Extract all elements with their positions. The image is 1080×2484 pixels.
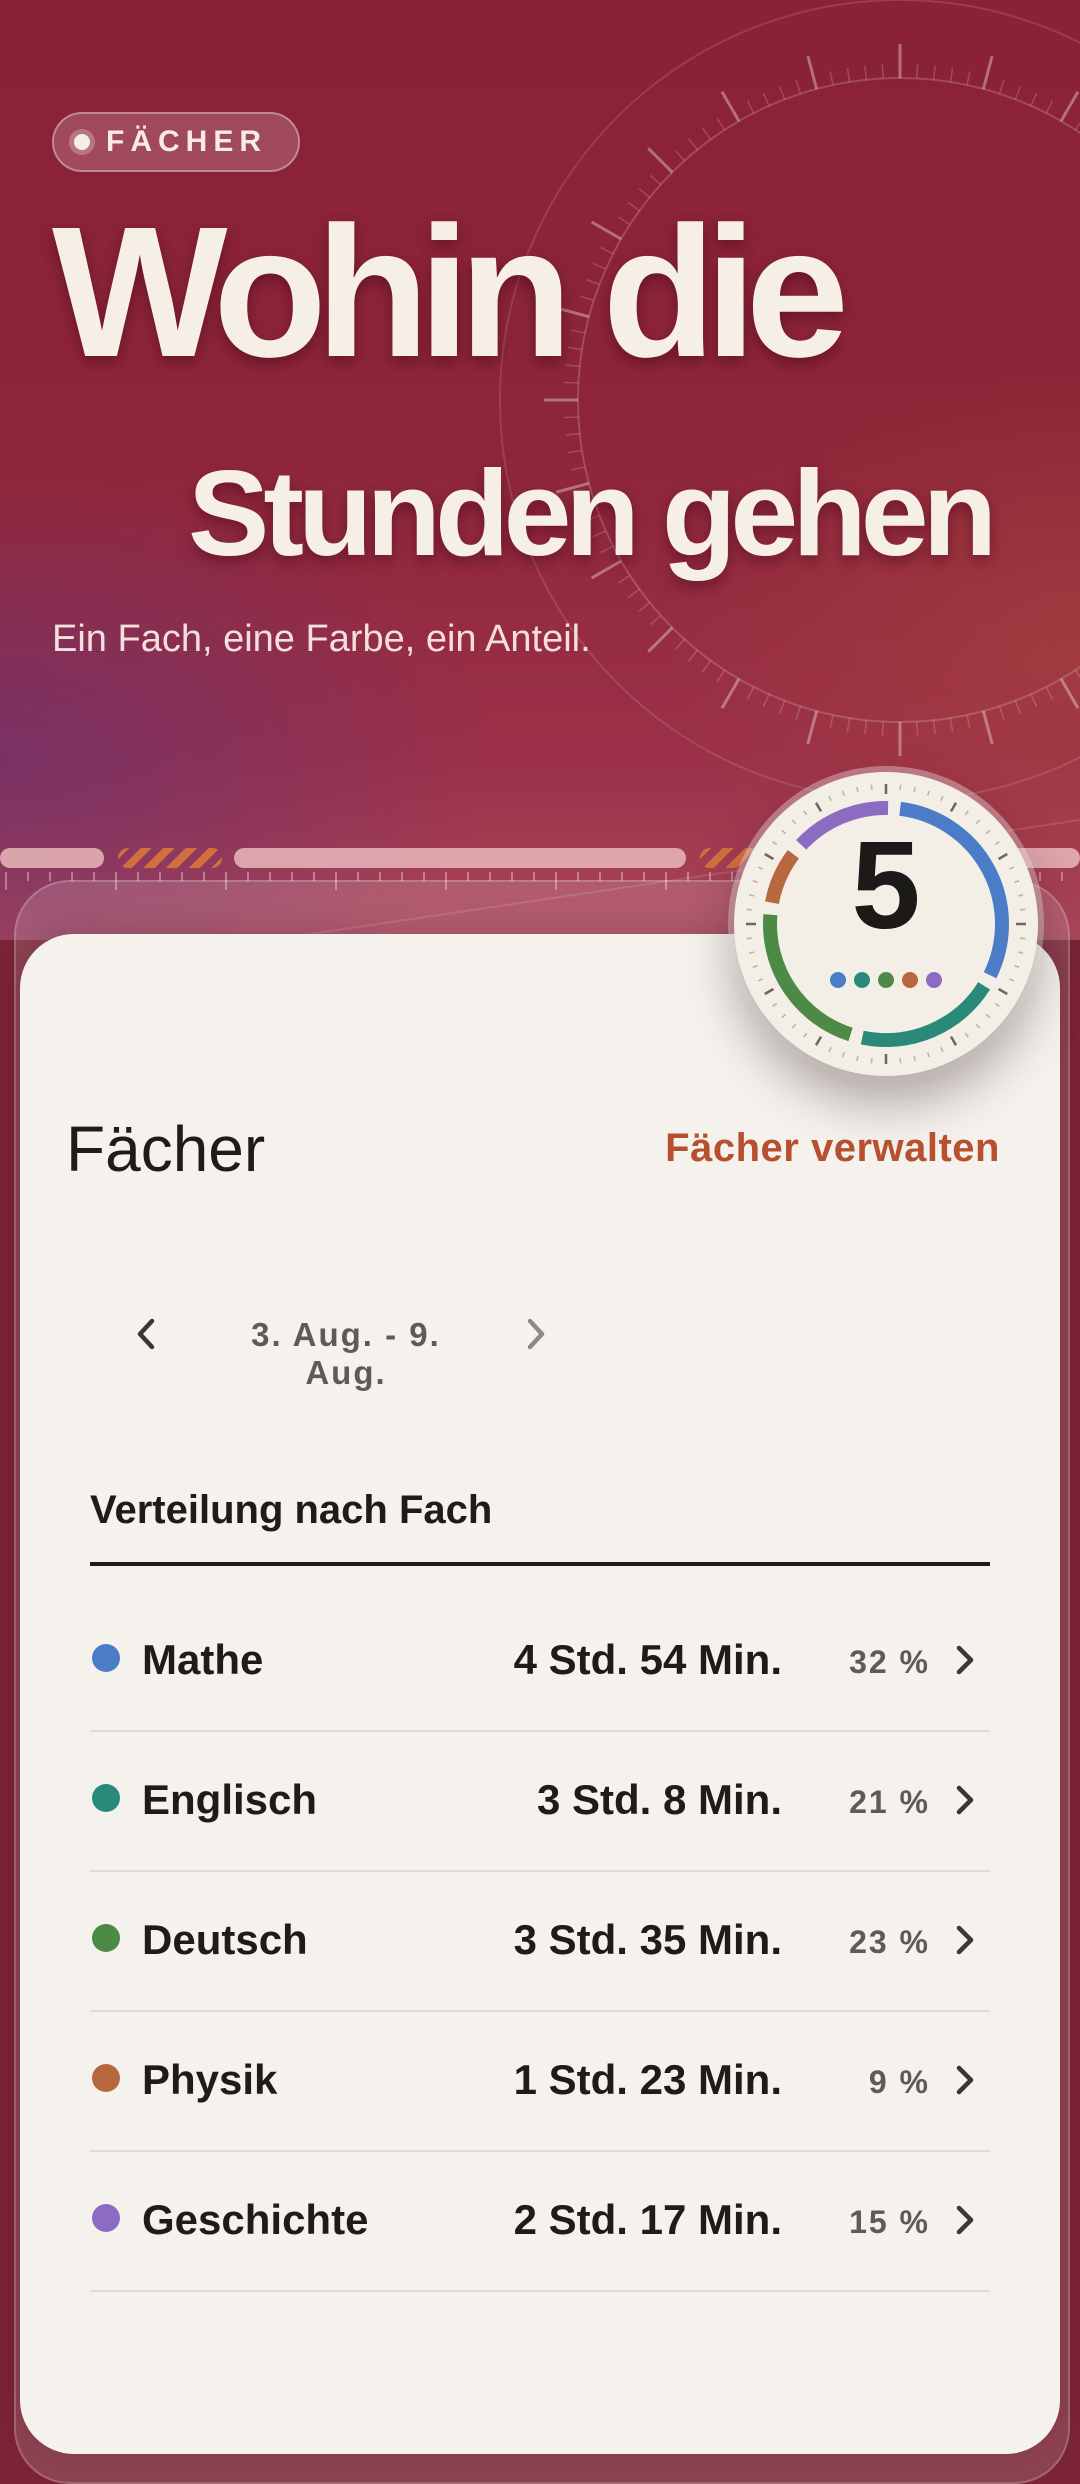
pill-dot-icon [74, 134, 90, 150]
subject-duration: 3 Std. 35 Min. [513, 1916, 782, 1963]
chevron-right-icon [527, 1318, 545, 1350]
week-range-label: 3. Aug. - 9. Aug. [251, 1316, 441, 1391]
subject-duration: 1 Std. 23 Min. [513, 2056, 782, 2103]
chevron-right-icon [956, 1785, 974, 1815]
subject-color-dot [92, 2064, 120, 2092]
subject-list: Mathe 4 Std. 54 Min. 32 % Englisch 3 Std. 8 … [90, 1592, 990, 2292]
hero-subtitle: Ein Fach, eine Farbe, ein Anteil. [52, 618, 591, 660]
badge-dot [926, 972, 942, 988]
section-pill: FÄCHER [52, 112, 300, 172]
hero-title-line1: Wohin die [52, 189, 849, 396]
badge-dot [854, 972, 870, 988]
hero-title-line2: Stunden gehen [188, 445, 997, 581]
subject-name: Physik [142, 2056, 278, 2103]
card-title: Fächer [66, 1113, 266, 1185]
subject-duration: 2 Std. 17 Min. [513, 2196, 782, 2243]
section-divider [90, 1562, 990, 1566]
subject-percent: 32 % [849, 1644, 930, 1680]
subject-name: Deutsch [142, 1916, 308, 1963]
chevron-right-icon [956, 2205, 974, 2235]
subject-color-dot [92, 1644, 120, 1672]
chevron-right-icon [956, 2065, 974, 2095]
subject-name: Mathe [142, 1636, 264, 1683]
badge-color-dots [830, 970, 942, 990]
subject-count-badge: 5 [734, 772, 1038, 1076]
subject-percent: 9 % [868, 2064, 930, 2100]
pill-label: FÄCHER [106, 125, 267, 158]
badge-dot [902, 972, 918, 988]
subject-duration: 4 Std. 54 Min. [513, 1636, 782, 1683]
subject-percent: 21 % [849, 1784, 930, 1820]
subject-row[interactable]: Englisch 3 Std. 8 Min. 21 % [90, 1732, 990, 1872]
subject-row[interactable]: Mathe 4 Std. 54 Min. 32 % [90, 1592, 990, 1732]
ring-segment [860, 981, 991, 1047]
subject-percent: 15 % [849, 2204, 930, 2240]
badge-dot [830, 972, 846, 988]
chevron-right-icon [956, 1645, 974, 1675]
chevron-right-icon [956, 1925, 974, 1955]
subject-count: 5 [851, 817, 921, 955]
week-navigator: 3. Aug. - 9. Aug. [116, 1298, 576, 1391]
subject-name: Geschichte [142, 2196, 369, 2243]
chevron-left-icon [137, 1318, 155, 1350]
subject-color-dot [92, 2204, 120, 2232]
subject-row[interactable]: Geschichte 2 Std. 17 Min. 15 % [90, 2152, 990, 2292]
subject-percent: 23 % [849, 1924, 930, 1960]
previous-week-button[interactable] [116, 1304, 176, 1364]
manage-subjects-link[interactable]: Fächer verwalten [665, 1126, 1000, 1171]
subject-row[interactable]: Physik 1 Std. 23 Min. 9 % [90, 2012, 990, 2152]
subject-color-dot [92, 1784, 120, 1812]
badge-dot [878, 972, 894, 988]
next-week-button[interactable] [506, 1304, 566, 1364]
subject-name: Englisch [142, 1776, 318, 1823]
distribution-heading: Verteilung nach Fach [90, 1488, 493, 1532]
subject-color-dot [92, 1924, 120, 1952]
subject-duration: 3 Std. 8 Min. [536, 1776, 782, 1823]
subject-row[interactable]: Deutsch 3 Std. 35 Min. 23 % [90, 1872, 990, 2012]
